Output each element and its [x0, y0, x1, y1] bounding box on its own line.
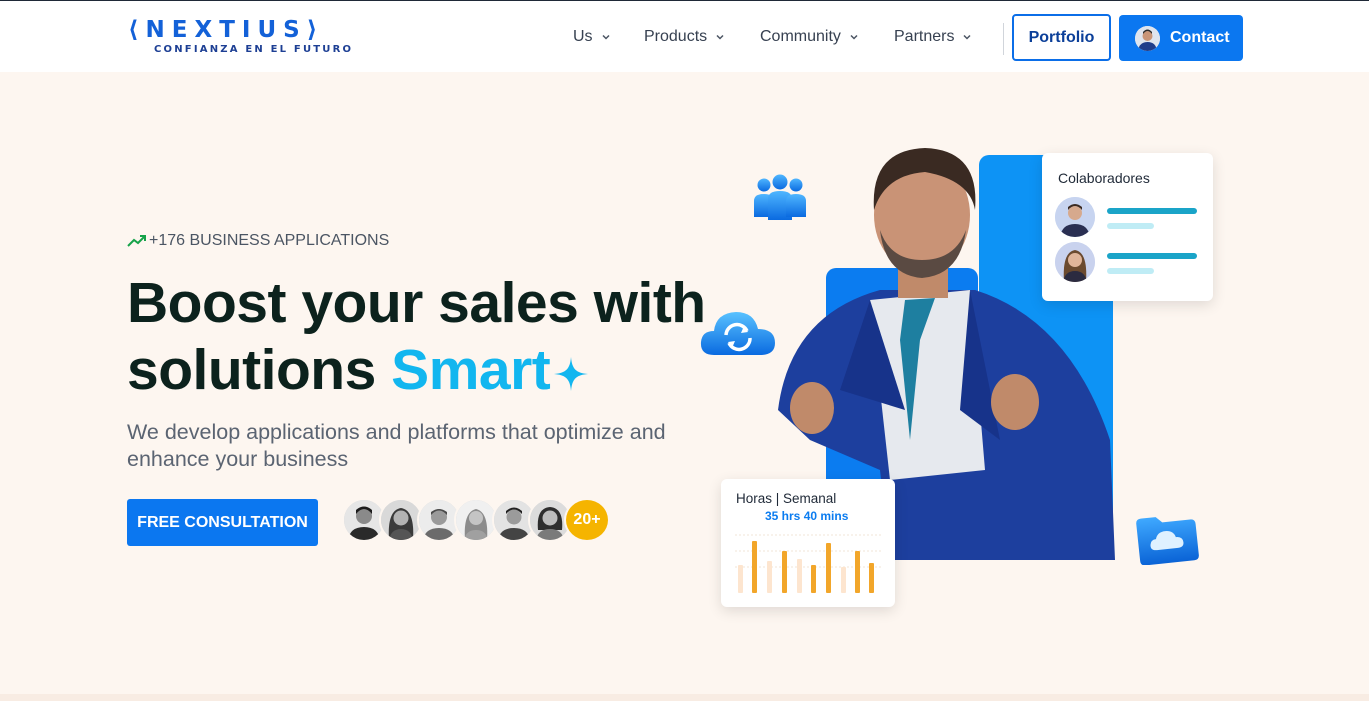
portfolio-button[interactable]: Portfolio [1012, 14, 1111, 61]
people-icon [754, 174, 806, 220]
brand-logo[interactable]: ⟨NEXTIUS⟩ CONFIANZA EN EL FUTURO [128, 17, 351, 59]
nav-item-label: Community [760, 28, 841, 45]
placeholder-line [1107, 223, 1154, 229]
hero-kicker-text: +176 BUSINESS APPLICATIONS [149, 232, 390, 249]
collaborators-card-title: Colaboradores [1058, 170, 1150, 186]
nav-item-label: Products [644, 28, 708, 45]
trending-up-icon [127, 235, 146, 247]
placeholder-line [1107, 268, 1154, 274]
collaborators-card: Colaboradores [1042, 153, 1213, 301]
weekly-hours-value: 35 hrs 40 mins [765, 509, 849, 523]
chevron-down-icon [602, 34, 610, 40]
weekly-hours-title: Horas | Semanal [736, 491, 837, 506]
brand-wordmark: ⟨NEXTIUS⟩ [128, 17, 325, 43]
nav-item-label: Us [573, 28, 593, 45]
team-count-badge: 20+ [564, 498, 610, 542]
list-item [1055, 197, 1205, 237]
avatar [1055, 242, 1095, 282]
chevron-down-icon [716, 34, 724, 40]
hero-headline: Boost your sales with solutions Smart [127, 270, 707, 404]
nav-item-us[interactable]: Us [573, 26, 611, 48]
site-header: ⟨NEXTIUS⟩ CONFIANZA EN EL FUTURO Us Prod… [0, 1, 1369, 72]
placeholder-line [1107, 208, 1197, 214]
chevron-down-icon [963, 34, 971, 40]
nav-divider [1003, 23, 1004, 55]
nav-item-label: Partners [894, 28, 955, 45]
placeholder-line [1107, 253, 1197, 259]
nav-item-community[interactable]: Community [760, 26, 859, 48]
brand-name: NEXTIUS [145, 17, 307, 43]
section-divider [0, 694, 1369, 701]
hero-illustration: Colaboradores Horas | Semanal 35 hrs 40 … [690, 140, 1230, 620]
weekly-hours-chart [735, 534, 881, 593]
person-icon [1135, 25, 1160, 51]
brand-tagline: CONFIANZA EN EL FUTURO [154, 44, 354, 55]
free-consultation-button[interactable]: FREE CONSULTATION [127, 499, 318, 546]
hero-kicker: +176 BUSINESS APPLICATIONS [127, 231, 389, 251]
nav-item-products[interactable]: Products [644, 26, 725, 48]
weekly-hours-card: Horas | Semanal 35 hrs 40 mins [721, 479, 895, 607]
cloud-folder-icon [1136, 517, 1199, 565]
sparkle-icon [554, 357, 589, 391]
nav-item-partners[interactable]: Partners [894, 26, 972, 48]
avatar [1055, 197, 1095, 237]
contact-button[interactable]: Contact [1119, 15, 1243, 61]
list-item [1055, 242, 1205, 282]
cloud-sync-icon [700, 312, 775, 355]
contact-button-label: Contact [1170, 29, 1230, 46]
chevron-down-icon [850, 34, 858, 40]
avatar [1135, 25, 1160, 51]
hero-headline-accent: Smart [391, 338, 551, 402]
hero-subtitle: We develop applications and platforms th… [127, 420, 666, 471]
